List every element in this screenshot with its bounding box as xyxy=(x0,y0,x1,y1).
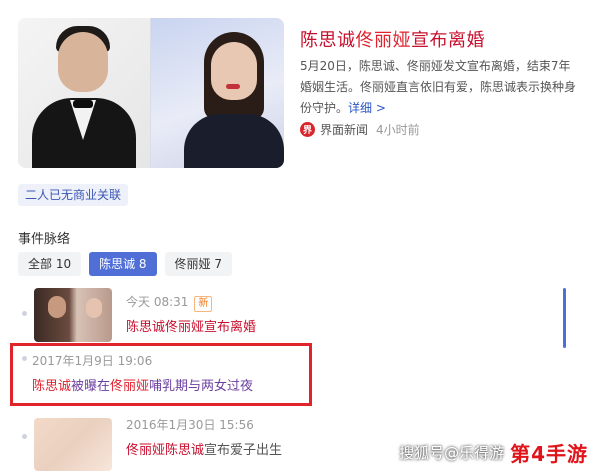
timeline-dot xyxy=(22,311,27,316)
event-thumbnail[interactable] xyxy=(34,418,112,471)
headline-name-1: 陈思诚 xyxy=(300,30,356,51)
filter-chen[interactable]: 陈思诚 8 xyxy=(89,252,157,276)
event-time-text: 今天 08:31 xyxy=(126,295,189,309)
event-time: 今天 08:31 新 xyxy=(126,293,213,312)
news-source[interactable]: 界 界面新闻 4小时前 xyxy=(300,121,420,138)
filter-all[interactable]: 全部 10 xyxy=(18,252,82,276)
section-title: 事件脉络 xyxy=(18,232,71,247)
thumb-figure xyxy=(48,296,66,318)
event-title-part: 宣布爱子出生 xyxy=(204,443,283,458)
related-tag[interactable]: 二人已无商业关联 xyxy=(18,184,129,206)
new-badge: 新 xyxy=(194,296,213,312)
summary-text: 5月20日，陈思诚、佟丽娅发文宣布离婚，结束7年婚姻生活。佟丽娅直言依旧有爱，陈… xyxy=(300,59,577,115)
news-image[interactable] xyxy=(18,18,284,168)
watermark-logo: 第4手游 xyxy=(510,442,588,466)
woman-lips xyxy=(226,84,240,89)
watermark: 搜狐号@乐得游 第4手游 xyxy=(399,438,588,467)
news-summary: 5月20日，陈思诚、佟丽娅发文宣布离婚，结束7年婚姻生活。佟丽娅直言依旧有爱，陈… xyxy=(300,56,580,119)
event-thumbnail[interactable] xyxy=(34,288,112,342)
filter-tong[interactable]: 佟丽娅 7 xyxy=(164,252,232,276)
watermark-text: 搜狐号@乐得游 xyxy=(399,444,505,462)
source-logo-icon: 界 xyxy=(300,122,315,137)
event-title-part: 陈思诚 xyxy=(165,443,205,458)
scrollbar[interactable] xyxy=(563,288,566,348)
woman-face xyxy=(211,42,257,100)
highlight-annotation-box xyxy=(10,343,312,406)
news-card[interactable]: 陈思诚佟丽娅宣布离婚 5月20日，陈思诚、佟丽娅发文宣布离婚，结束7年婚姻生活。… xyxy=(18,18,584,170)
image-left-panel xyxy=(18,18,150,168)
event-title[interactable]: 佟丽娅陈思诚宣布爱子出生 xyxy=(126,439,282,458)
source-time: 4小时前 xyxy=(376,123,420,137)
source-name: 界面新闻 xyxy=(320,123,369,137)
news-headline[interactable]: 陈思诚佟丽娅宣布离婚 xyxy=(300,26,485,52)
filter-tabs: 全部 10 陈思诚 8 佟丽娅 7 xyxy=(18,252,232,276)
more-link[interactable]: 详细 > xyxy=(348,101,386,115)
event-title[interactable]: 陈思诚佟丽娅宣布离婚 xyxy=(126,316,256,335)
man-bowtie xyxy=(73,100,93,108)
man-face xyxy=(58,32,108,92)
thumb-figure xyxy=(86,298,102,318)
woman-jacket xyxy=(184,114,284,168)
event-time: 2016年1月30日 15:56 xyxy=(126,418,254,432)
headline-name-2: 佟丽娅 xyxy=(355,30,411,51)
headline-rest: 宣布离婚 xyxy=(411,30,485,51)
timeline-dot xyxy=(22,434,27,439)
event-title-part: 佟丽娅 xyxy=(126,443,166,458)
